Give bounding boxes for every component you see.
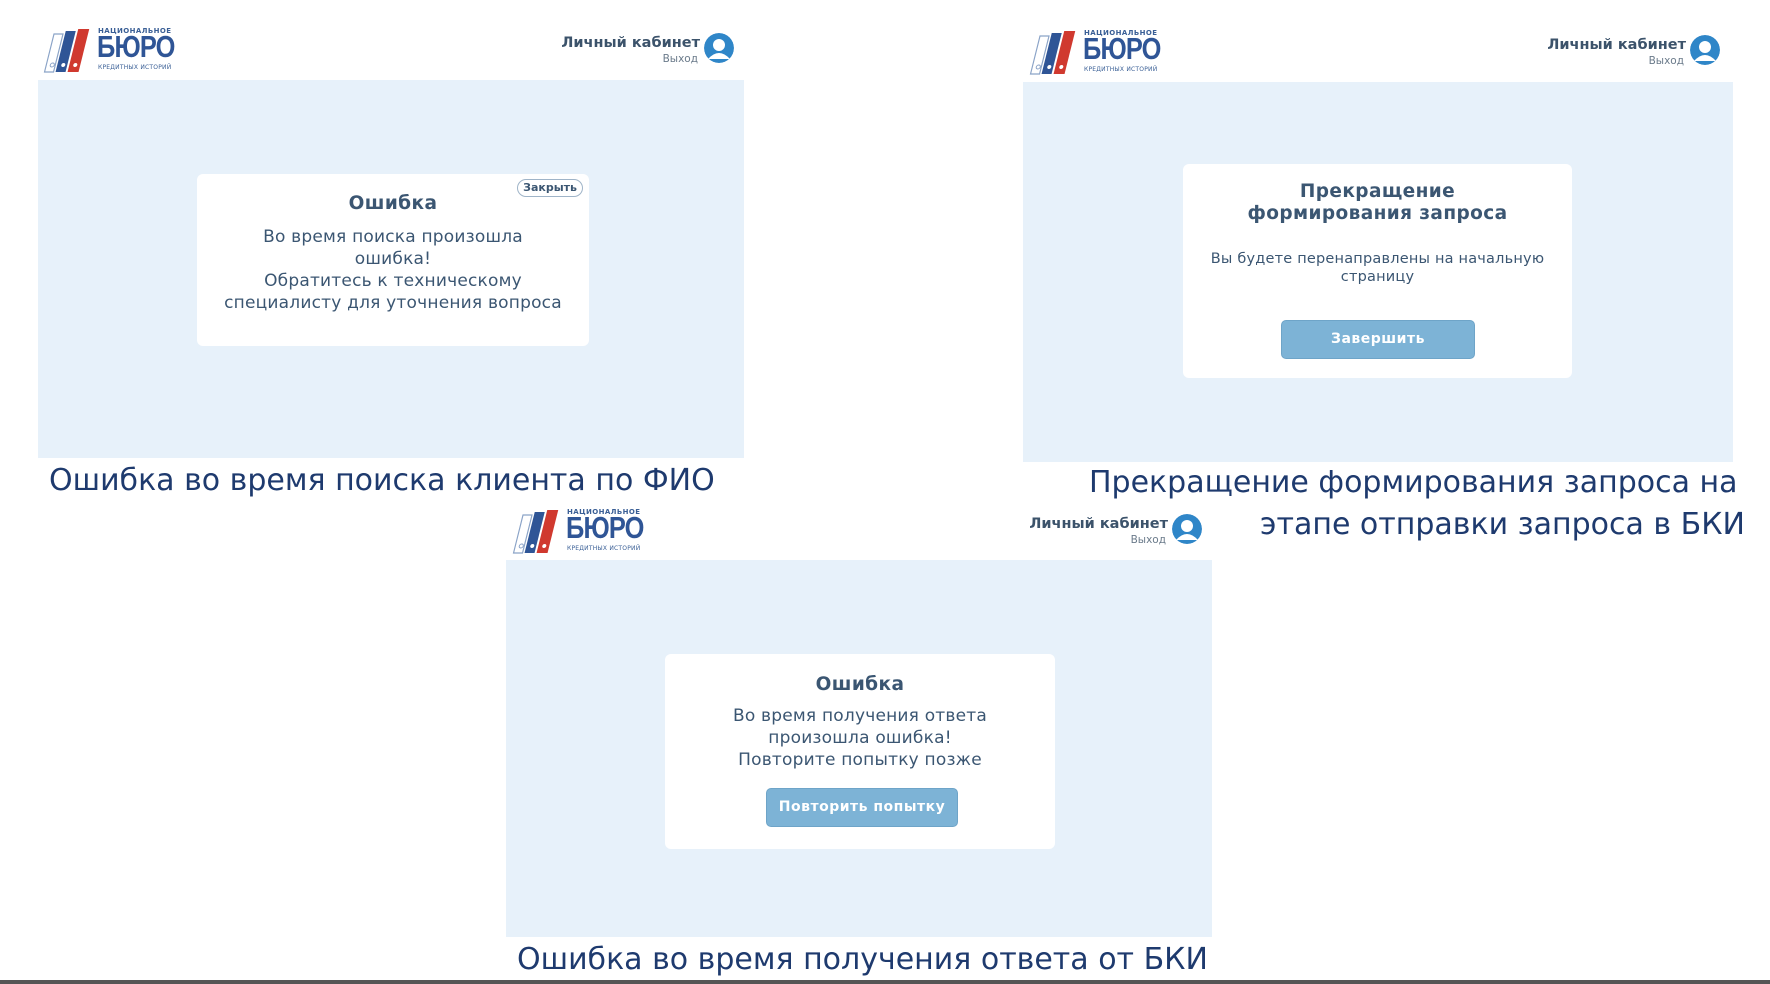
- retry-button[interactable]: Повторить попытку: [766, 788, 958, 827]
- logo-bottom-text: КРЕДИТНЫХ ИСТОРИЙ: [567, 545, 641, 552]
- logout-link[interactable]: Выход: [1131, 534, 1166, 546]
- logo-books-icon: [512, 510, 559, 554]
- dialog-message: Во время получения ответа произошла ошиб…: [732, 706, 988, 770]
- error-dialog: Ошибка Во время получения ответа произош…: [665, 654, 1055, 849]
- logo-main-text: БЮРО: [566, 510, 644, 545]
- account-link[interactable]: Личный кабинет: [1029, 516, 1168, 532]
- content-area: Ошибка Во время получения ответа произош…: [506, 560, 1212, 937]
- bottom-divider: [0, 980, 1770, 984]
- user-account: Личный кабинет Выход: [1002, 513, 1202, 553]
- dialog-title: Ошибка: [815, 674, 905, 695]
- screen-caption: Ошибка во время получения ответа от БКИ: [517, 942, 1208, 977]
- user-avatar-icon[interactable]: [1172, 514, 1202, 544]
- logo[interactable]: НАЦИОНАЛЬНОЕ БЮРО КРЕДИТНЫХ ИСТОРИЙ: [511, 507, 644, 557]
- screen-response-error: НАЦИОНАЛЬНОЕ БЮРО КРЕДИТНЫХ ИСТОРИЙ Личн…: [0, 0, 1770, 984]
